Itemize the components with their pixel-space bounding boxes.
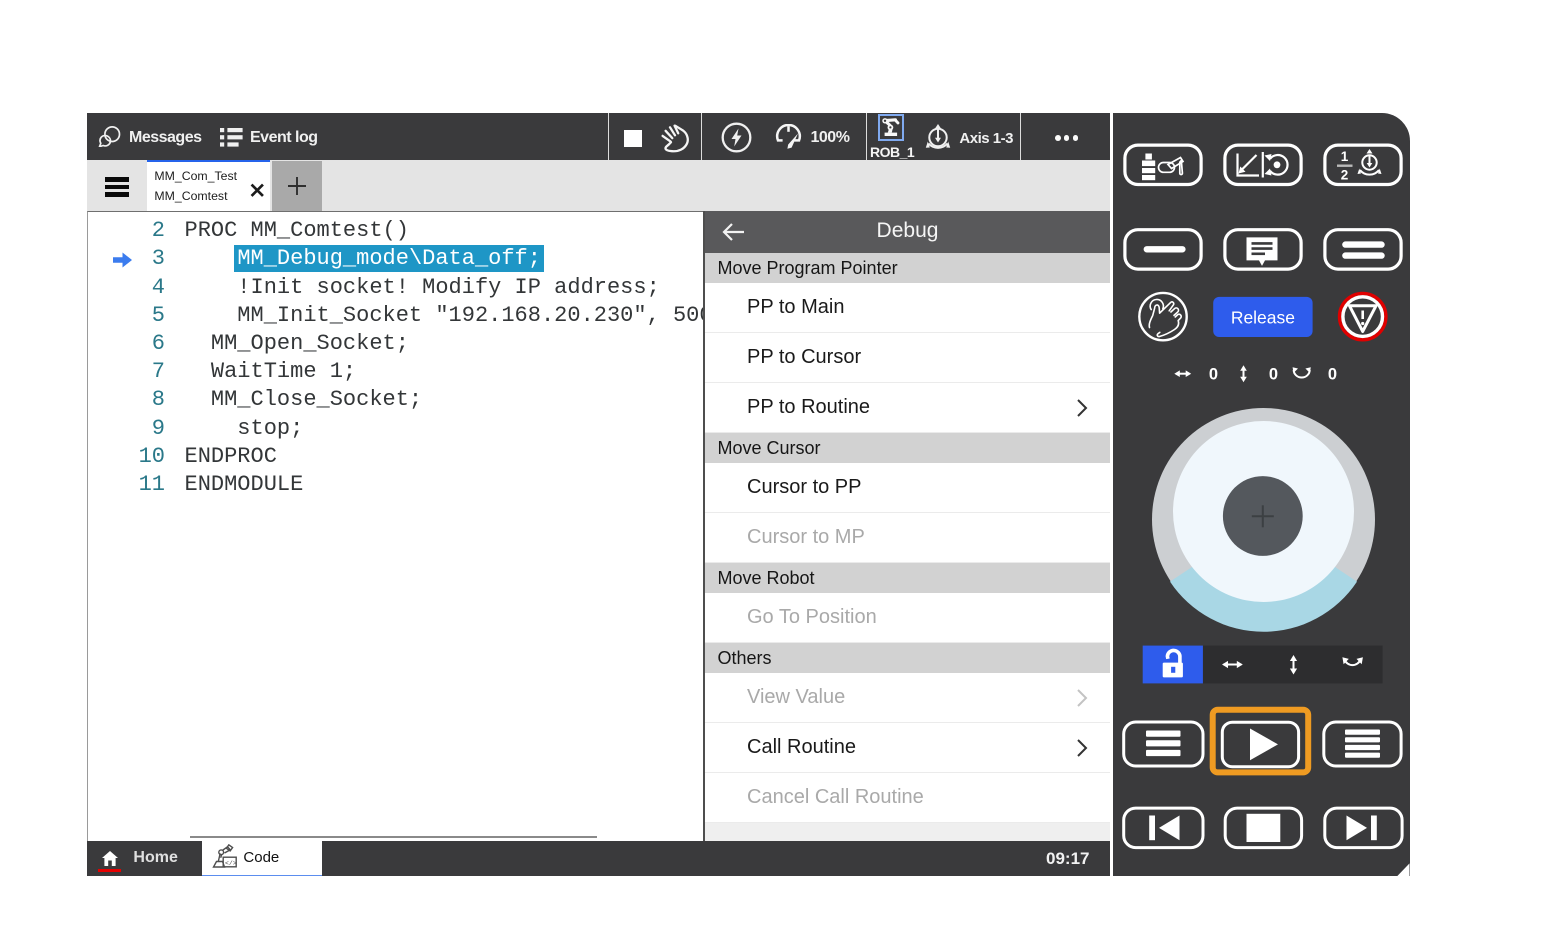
- svg-text:0: 0: [1328, 365, 1337, 383]
- svg-text:1: 1: [1341, 149, 1349, 164]
- svg-text:Release: Release: [1231, 307, 1295, 327]
- svg-text:0: 0: [1269, 365, 1278, 383]
- svg-text:</>: </>: [225, 860, 237, 867]
- svg-text:0: 0: [1209, 365, 1218, 383]
- svg-text:2: 2: [1341, 167, 1349, 182]
